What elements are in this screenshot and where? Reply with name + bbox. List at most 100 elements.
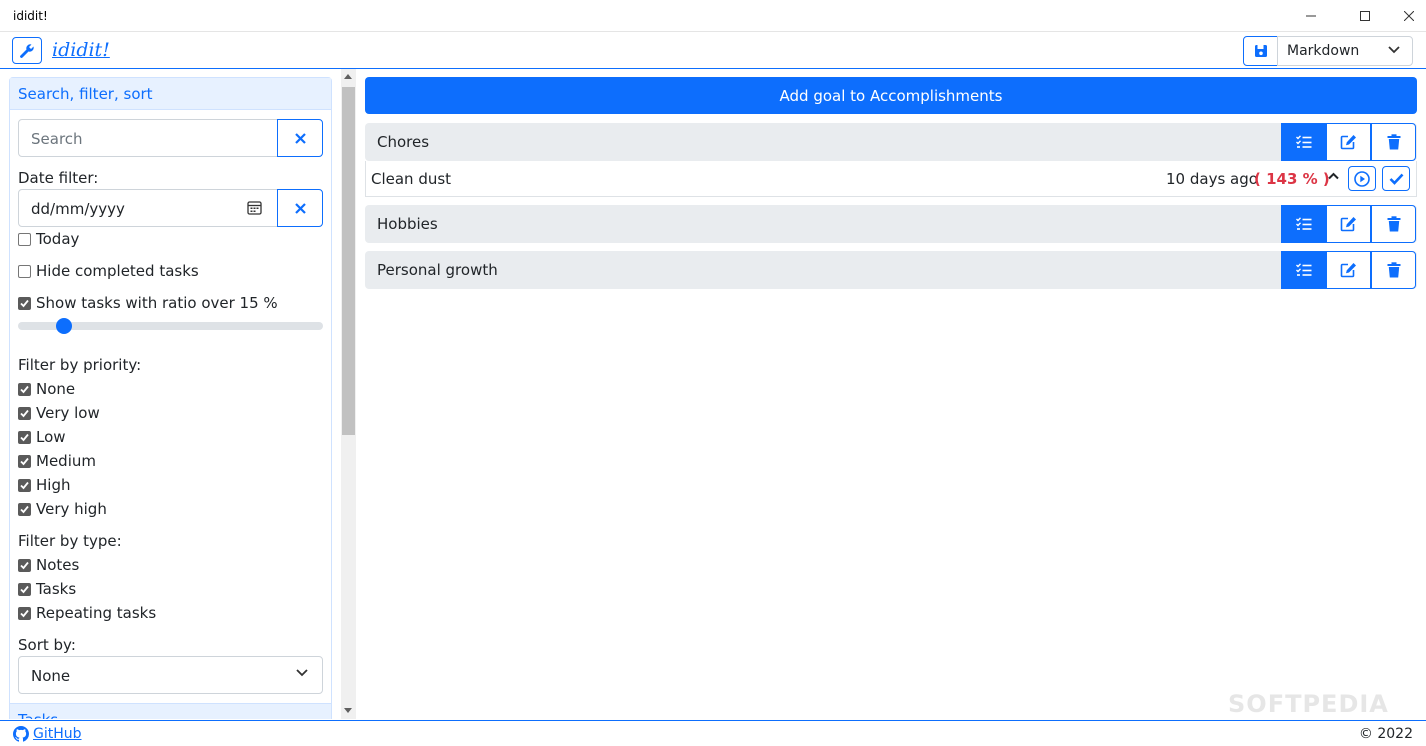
scroll-down-icon[interactable]: [344, 708, 352, 713]
priority-label: Very high: [36, 500, 107, 518]
goal-delete-button[interactable]: [1371, 205, 1416, 243]
goal-name[interactable]: Personal growth: [377, 261, 498, 279]
goal-edit-button[interactable]: [1326, 205, 1371, 243]
priority-label: None: [36, 380, 76, 398]
check-icon: [20, 433, 29, 441]
type-label: Tasks: [36, 580, 77, 598]
calendar-icon[interactable]: [247, 200, 262, 215]
goal-tasks-button[interactable]: [1281, 123, 1326, 161]
sort-by-select[interactable]: None: [18, 656, 323, 694]
sidebar-scrollbar[interactable]: [341, 69, 356, 719]
goal-name[interactable]: Chores: [377, 133, 429, 151]
maximize-button[interactable]: [1342, 0, 1388, 32]
export-format-select[interactable]: Markdown: [1277, 36, 1413, 66]
task-ratio: ( 143 % ): [1254, 170, 1330, 188]
copyright-text: © 2022: [1358, 726, 1413, 742]
ratio-slider[interactable]: [18, 318, 323, 334]
goal-tasks-button[interactable]: [1281, 205, 1326, 243]
x-icon: [294, 132, 306, 144]
checkmark-icon: [1389, 173, 1403, 185]
save-button[interactable]: [1243, 36, 1278, 66]
checkbox-checked[interactable]: [18, 582, 31, 596]
app-name-link[interactable]: ididit!: [52, 39, 110, 61]
x-icon: [294, 202, 306, 214]
tasks-panel-header[interactable]: Tasks: [10, 703, 331, 719]
task-row: Clean dust 10 days ago ( 143 % ): [365, 161, 1417, 197]
checkbox-checked[interactable]: [18, 606, 31, 620]
check-icon: [20, 385, 29, 393]
task-name[interactable]: Clean dust: [371, 170, 451, 188]
scroll-up-icon[interactable]: [344, 74, 352, 79]
type-checkbox[interactable]: Tasks: [18, 580, 76, 598]
add-goal-button[interactable]: Add goal to Accomplishments: [365, 77, 1417, 114]
checkbox-checked[interactable]: [18, 430, 31, 444]
trash-icon: [1387, 216, 1400, 232]
goal-name[interactable]: Hobbies: [377, 215, 438, 233]
type-checkbox[interactable]: Repeating tasks: [18, 604, 156, 622]
search-group: Search: [18, 119, 323, 157]
trash-icon: [1387, 134, 1400, 150]
goal-delete-button[interactable]: [1371, 123, 1416, 161]
task-time-ago: 10 days ago: [1166, 170, 1258, 188]
pencil-square-icon: [1340, 217, 1356, 232]
priority-label: Low: [36, 428, 66, 446]
minimize-icon: [1306, 15, 1316, 17]
close-button[interactable]: [1386, 0, 1426, 32]
pencil-square-icon: [1340, 263, 1356, 278]
filter-panel-header[interactable]: Search, filter, sort: [10, 78, 331, 110]
type-label: Notes: [36, 556, 80, 574]
maximize-icon: [1360, 11, 1370, 21]
logo-button[interactable]: [12, 37, 42, 64]
clear-search-button[interactable]: [277, 119, 323, 157]
checklist-icon: [1295, 263, 1311, 276]
check-icon: [20, 481, 29, 489]
goal-edit-button[interactable]: [1326, 251, 1371, 289]
checklist-icon: [1295, 217, 1311, 230]
slider-thumb[interactable]: [55, 318, 72, 334]
priority-checkbox[interactable]: Very low: [18, 404, 100, 422]
goal-edit-button[interactable]: [1326, 123, 1371, 161]
search-input[interactable]: Search: [18, 119, 278, 157]
checkbox-checked[interactable]: [18, 478, 31, 492]
goal-tasks-button[interactable]: [1281, 251, 1326, 289]
priority-checkbox[interactable]: None: [18, 380, 75, 398]
floppy-disk-icon: [1254, 45, 1267, 57]
clear-date-button[interactable]: [277, 189, 323, 227]
checkbox-checked[interactable]: [18, 382, 31, 396]
check-icon: [20, 299, 29, 307]
start-task-button[interactable]: [1348, 166, 1376, 191]
checkbox-checked[interactable]: [18, 296, 31, 310]
scrollbar-thumb[interactable]: [342, 87, 355, 435]
priority-checkbox[interactable]: Low: [18, 428, 66, 446]
type-label: Repeating tasks: [36, 604, 157, 622]
priority-checkbox[interactable]: High: [18, 476, 70, 494]
check-icon: [20, 409, 29, 417]
github-icon: [13, 726, 29, 742]
filter-panel: Search, filter, sort Search Date filter:…: [9, 77, 332, 719]
priority-checkbox[interactable]: Medium: [18, 452, 96, 470]
play-circle-icon: [1354, 170, 1370, 187]
checkbox-checked[interactable]: [18, 558, 31, 572]
window-title: ididit!: [13, 9, 48, 23]
hide-completed-label: Hide completed tasks: [36, 262, 199, 280]
chevron-up-icon[interactable]: [1328, 172, 1339, 180]
checkbox-unchecked[interactable]: [18, 264, 31, 278]
checkbox-unchecked[interactable]: [18, 232, 31, 246]
ratio-checkbox[interactable]: Show tasks with ratio over 15 %: [18, 294, 278, 312]
complete-task-button[interactable]: [1382, 166, 1410, 191]
checkbox-checked[interactable]: [18, 454, 31, 468]
sidebar: Search, filter, sort Search Date filter:…: [0, 69, 340, 719]
checkbox-checked[interactable]: [18, 502, 31, 516]
priority-checkbox[interactable]: Very high: [18, 500, 107, 518]
checkbox-checked[interactable]: [18, 406, 31, 420]
minimize-button[interactable]: [1288, 0, 1334, 32]
date-input[interactable]: dd/mm/yyyy: [18, 189, 278, 227]
goal-delete-button[interactable]: [1371, 251, 1416, 289]
github-link[interactable]: GitHub: [13, 726, 82, 742]
hide-completed-checkbox[interactable]: Hide completed tasks: [18, 262, 199, 280]
today-checkbox[interactable]: Today: [18, 230, 79, 248]
goal-row: Chores: [365, 123, 1417, 161]
sort-value: None: [31, 667, 71, 685]
check-icon: [20, 457, 29, 465]
type-checkbox[interactable]: Notes: [18, 556, 79, 574]
